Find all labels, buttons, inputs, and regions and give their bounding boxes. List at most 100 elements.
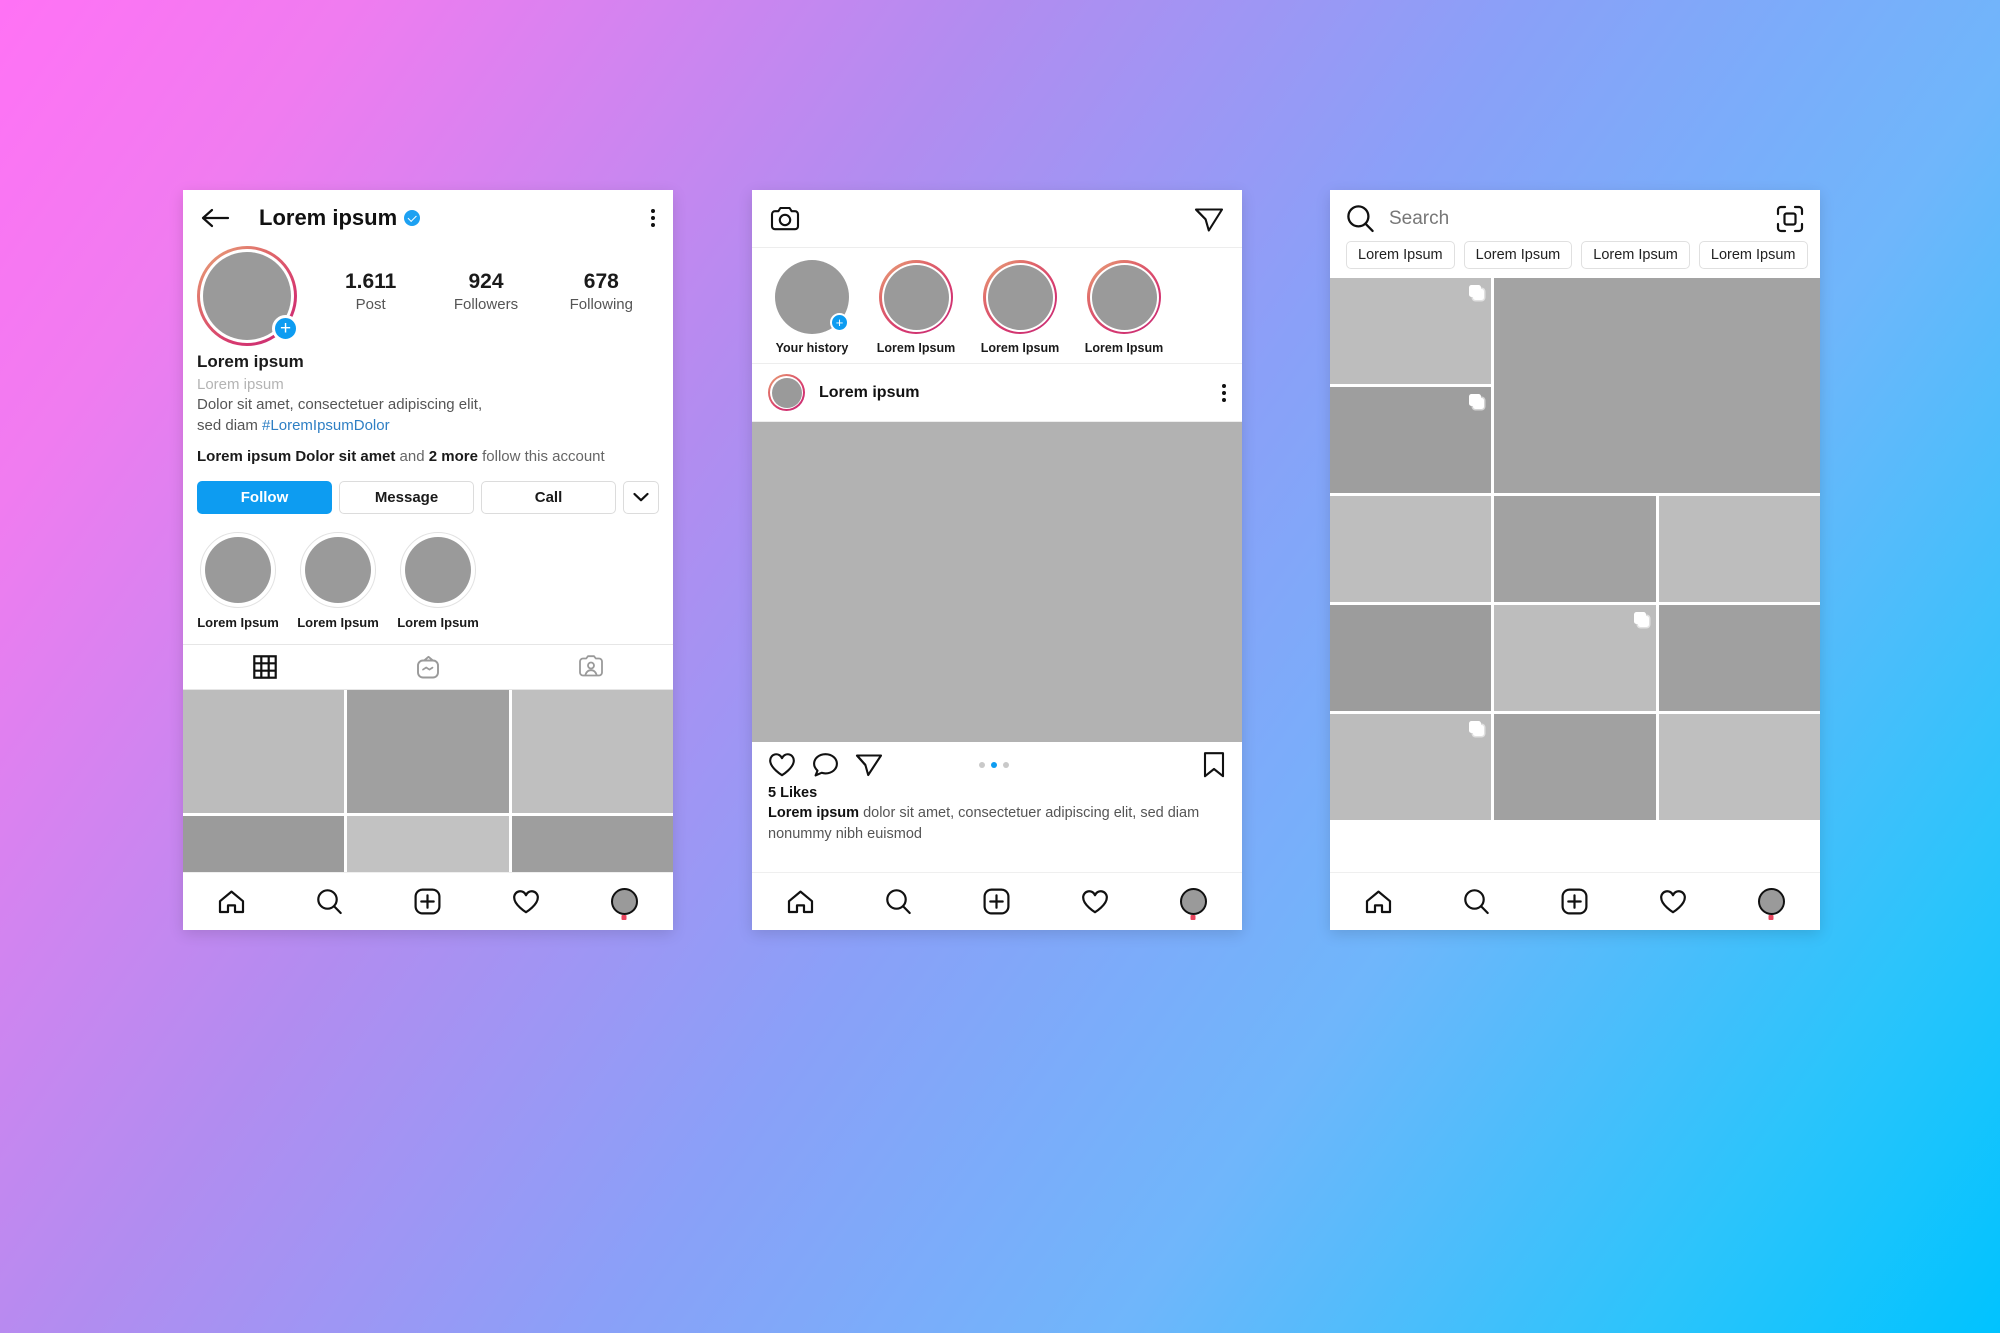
follow-button[interactable]: Follow — [197, 481, 332, 515]
bottom-navigation — [752, 872, 1242, 930]
tab-tagged[interactable] — [510, 645, 673, 689]
profile-avatar-icon[interactable] — [1179, 888, 1207, 915]
explore-grid-cell[interactable] — [1494, 605, 1656, 711]
add-post-icon[interactable] — [983, 888, 1010, 915]
camera-icon[interactable] — [770, 206, 800, 232]
profile-avatar-icon[interactable] — [610, 888, 638, 915]
story-item[interactable]: Lorem Ipsum — [976, 260, 1064, 355]
profile-grid-cell[interactable] — [511, 690, 673, 814]
highlight-thumb — [300, 532, 376, 609]
verified-badge-icon — [404, 210, 421, 226]
profile-grid-cell[interactable] — [183, 690, 345, 814]
explore-grid-cell[interactable] — [1330, 387, 1492, 493]
message-button[interactable]: Message — [339, 481, 474, 515]
story-your-history[interactable]: + Your history — [768, 260, 856, 355]
likes-count[interactable]: 5 Likes — [768, 785, 1226, 801]
explore-grid-cell[interactable] — [1494, 278, 1820, 493]
story-label: Your history — [775, 341, 849, 355]
carousel-dots — [979, 762, 1010, 768]
page-title: Lorem ipsum — [259, 205, 421, 231]
caption-author[interactable]: Lorem ipsum — [768, 805, 859, 821]
chevron-down-icon[interactable] — [623, 481, 659, 515]
explore-grid-cell[interactable] — [1330, 605, 1492, 711]
story-thumb — [1087, 260, 1161, 334]
mutual-name-1[interactable]: Lorem ipsum Dolor sit amet — [197, 448, 395, 465]
story-item[interactable]: Lorem Ipsum — [872, 260, 960, 355]
stat-followers[interactable]: 924 Followers — [428, 270, 543, 313]
nametag-scan-icon[interactable] — [1776, 205, 1804, 233]
profile-topbar: Lorem ipsum — [183, 190, 673, 246]
caption-text: Lorem ipsum dolor sit amet, consectetuer… — [768, 803, 1226, 844]
carousel-dot — [979, 762, 986, 768]
heart-icon[interactable] — [1081, 889, 1109, 915]
paper-plane-icon[interactable] — [1194, 205, 1224, 233]
profile-grid-cell[interactable] — [347, 690, 509, 814]
search-icon[interactable] — [1346, 204, 1375, 233]
mutual-more-count[interactable]: 2 more — [429, 448, 478, 465]
highlight-item[interactable]: Lorem Ipsum — [397, 532, 479, 630]
explore-search-bar: Search — [1330, 190, 1820, 241]
explore-grid — [1330, 278, 1820, 820]
highlight-label: Lorem Ipsum — [197, 615, 279, 631]
search-icon[interactable] — [885, 888, 912, 915]
highlight-item[interactable]: Lorem Ipsum — [297, 532, 379, 630]
kebab-menu-icon[interactable] — [1222, 381, 1226, 405]
search-input[interactable]: Search — [1389, 208, 1762, 230]
add-story-plus-icon[interactable]: + — [830, 313, 849, 332]
home-icon[interactable] — [1365, 889, 1392, 915]
bio-display-name: Lorem ipsum — [197, 352, 304, 371]
grid-icon — [252, 655, 277, 679]
post-image[interactable] — [752, 422, 1242, 742]
category-chip[interactable]: Lorem Ipsum — [1581, 241, 1690, 269]
stat-following[interactable]: 678 Following — [544, 270, 659, 313]
add-post-icon[interactable] — [414, 888, 441, 915]
arrow-left-icon[interactable] — [201, 207, 231, 229]
bio-hashtag-link[interactable]: #LoremIpsumDolor — [262, 417, 390, 434]
heart-icon[interactable] — [512, 889, 540, 915]
kebab-menu-icon[interactable] — [651, 206, 655, 230]
heart-icon[interactable] — [768, 752, 796, 778]
comment-icon[interactable] — [812, 752, 839, 778]
highlight-item[interactable]: Lorem Ipsum — [197, 532, 279, 630]
heart-icon[interactable] — [1659, 889, 1687, 915]
profile-avatar-icon[interactable] — [1757, 888, 1785, 915]
tab-grid[interactable] — [183, 645, 346, 689]
carousel-dot-active — [991, 762, 998, 768]
home-icon[interactable] — [787, 889, 814, 915]
profile-avatar[interactable]: + — [197, 246, 299, 346]
category-chip[interactable]: Lorem Ipsum — [1698, 241, 1808, 269]
bottom-navigation — [1330, 872, 1820, 930]
highlight-label: Lorem Ipsum — [297, 615, 379, 631]
explore-grid-cell[interactable] — [1494, 714, 1656, 820]
explore-grid-cell[interactable] — [1330, 496, 1492, 602]
explore-grid-cell[interactable] — [1494, 496, 1656, 602]
phone-mockup-profile: Lorem ipsum + 1.611 Post 924 Followers 6… — [183, 190, 673, 930]
category-chip[interactable]: Lorem Ipsum — [1463, 241, 1573, 269]
explore-grid-cell[interactable] — [1658, 496, 1820, 602]
multi-photo-icon — [1633, 612, 1649, 627]
multi-photo-icon — [1469, 285, 1485, 300]
home-icon[interactable] — [218, 889, 245, 915]
explore-grid-cell[interactable] — [1658, 605, 1820, 711]
explore-grid-cell[interactable] — [1658, 714, 1820, 820]
explore-grid-cell[interactable] — [1330, 714, 1492, 820]
igtv-icon — [415, 654, 441, 680]
explore-grid-cell[interactable] — [1330, 278, 1492, 384]
profile-tabbar — [183, 644, 673, 691]
post-action-bar — [752, 742, 1242, 779]
post-author-avatar[interactable] — [768, 374, 805, 411]
search-icon[interactable] — [1463, 888, 1490, 915]
mutual-followers-text: Lorem ipsum Dolor sit amet and 2 more fo… — [197, 447, 659, 468]
tab-igtv[interactable] — [346, 645, 509, 689]
add-story-plus-icon[interactable]: + — [272, 315, 299, 342]
stat-post[interactable]: 1.611 Post — [313, 270, 428, 313]
call-button[interactable]: Call — [481, 481, 616, 515]
post-author-name[interactable]: Lorem ipsum — [819, 384, 919, 402]
category-chip[interactable]: Lorem Ipsum — [1346, 241, 1455, 269]
add-post-icon[interactable] — [1561, 888, 1588, 915]
search-icon[interactable] — [316, 888, 343, 915]
bookmark-icon[interactable] — [1202, 751, 1226, 779]
story-item[interactable]: Lorem Ipsum — [1080, 260, 1168, 355]
share-icon[interactable] — [855, 752, 883, 778]
stat-following-value: 678 — [583, 270, 619, 293]
